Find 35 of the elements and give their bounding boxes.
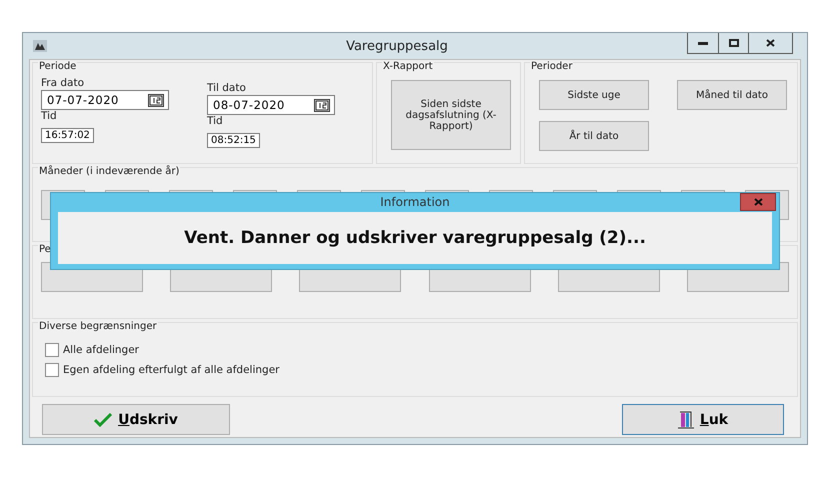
time-field[interactable]: 16:57:02 [41,128,94,143]
checkbox[interactable] [45,343,59,358]
time-field[interactable]: 08:52:15 [207,133,260,148]
period-button[interactable]: Sidste uge [539,80,649,110]
dialog-message: Vent. Danner og udskriver varegruppesalg (2)... [184,228,646,248]
app-icon [33,40,47,52]
group-label: Periode [38,61,78,72]
minimize-icon [698,42,708,44]
field-label: Fra dato [41,77,86,90]
date-field[interactable]: 08-07-2020 [207,95,335,115]
close-icon [754,198,762,206]
window-title: Varegruppesalg [345,38,449,54]
dialog-title: Information [380,194,450,211]
maximize-icon [728,39,738,47]
door-icon [678,410,694,429]
group-label: Diverse begrænsninger [38,321,158,332]
checkmark-icon [94,412,112,427]
period-button[interactable]: Måned til dato [677,80,787,110]
checkbox-label: Alle afdelinger [63,344,140,357]
group-label: X-Rapport [382,61,434,72]
date-field[interactable]: 07-07-2020 [41,90,169,110]
close-icon [766,39,775,47]
x-report-button[interactable]: Siden sidste dagsafslutning (X-Rapport) [391,80,511,150]
period-button[interactable]: År til dato [539,121,649,151]
field-label: Til dato [207,82,247,95]
calendar-icon [314,98,330,112]
group-label: Måneder (i indeværende år) [38,166,180,177]
checkbox[interactable] [45,363,59,378]
print-button[interactable]: Udskriv [42,404,230,436]
checkbox-label: Egen afdeling efterfulgt af alle afdelinger [63,364,280,377]
group-label: Perioder [530,61,574,72]
field-label: Tid [207,115,224,128]
field-label: Tid [41,110,58,123]
close-button[interactable]: Luk [622,404,784,436]
calendar-icon [148,94,164,106]
